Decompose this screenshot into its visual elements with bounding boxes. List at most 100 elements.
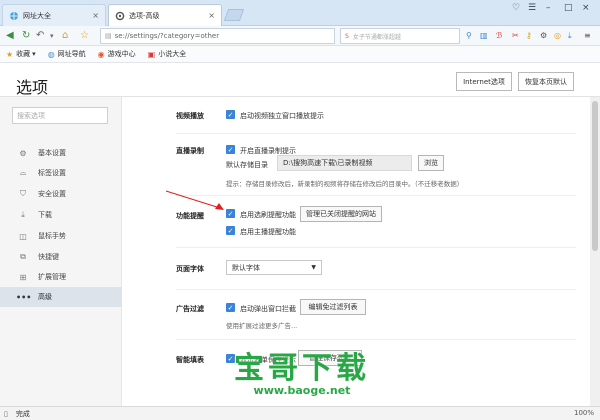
sidebar-item-security[interactable]: ⛉ 安全设置 <box>0 184 122 204</box>
panel-toggle-icon[interactable]: ▯ <box>4 410 8 418</box>
section-divider <box>176 289 576 290</box>
edit-whitelist-button[interactable]: 编辑免过滤列表 <box>300 299 366 315</box>
star-icon[interactable]: ☆ <box>80 30 89 42</box>
reminder-checkbox[interactable]: ✓ <box>226 209 235 218</box>
search-icon[interactable]: ⚲ <box>466 31 472 41</box>
mouse-icon: ◫ <box>19 231 27 241</box>
font-select-value: 默认字体 <box>232 263 260 272</box>
settings-icon[interactable]: ⚙ <box>540 31 547 41</box>
storage-dir-label: 默认存储目录 <box>226 161 268 169</box>
bookmark-item[interactable]: ◉ 游戏中心 <box>98 49 136 59</box>
tab-close-icon[interactable]: × <box>92 11 99 20</box>
favorites-menu[interactable]: ★ 收藏 ▾ <box>6 49 36 59</box>
tab-label: 选项-高级 <box>129 11 160 20</box>
coin-icon[interactable]: ◎ <box>554 31 561 41</box>
sidebar-item-shortcut[interactable]: ⧉ 快捷键 <box>0 247 122 267</box>
live-section-label: 直播录制 <box>176 147 204 155</box>
bookmark-label: 网址导航 <box>57 50 86 58</box>
sidebar-item-extensions[interactable]: ⊞ 扩展管理 <box>0 267 122 287</box>
favorites-label: 收藏 <box>16 50 31 58</box>
home-icon[interactable]: ⌂ <box>62 30 68 42</box>
internet-options-button[interactable]: Internet选项 <box>456 72 512 91</box>
zoom-level[interactable]: 100% <box>574 409 594 417</box>
section-divider <box>176 133 576 134</box>
minimize-button[interactable]: – <box>546 3 551 13</box>
sidebar-item-label: 快捷键 <box>38 253 59 261</box>
scrollbar-thumb[interactable] <box>592 101 598 251</box>
tab-advanced-options[interactable]: 选项-高级 × <box>108 4 222 26</box>
dropdown-icon[interactable]: ▾ <box>50 30 54 42</box>
sidebar-item-label: 基本设置 <box>38 149 66 157</box>
maximize-button[interactable]: □ <box>564 3 573 13</box>
new-tab-button[interactable] <box>223 9 245 21</box>
feature-section-label: 功能提醒 <box>176 212 204 220</box>
sidebar: 搜索选项 ⚙ 基本设置 ⌓ 标签设置 ⛉ 安全设置 ⤓ 下载 ◫ 鼠标手势 ⧉ … <box>0 97 122 406</box>
sidebar-item-tabs[interactable]: ⌓ 标签设置 <box>0 163 122 183</box>
extension-icon: ⊞ <box>19 272 27 282</box>
gear-icon: ⚙ <box>19 148 27 158</box>
key-icon[interactable]: ⚷ <box>526 31 532 41</box>
shield-icon: ⛉ <box>20 189 26 198</box>
autofill-section-label: 智能填表 <box>176 356 204 364</box>
streamer-reminder-checkbox[interactable]: ✓ <box>226 226 235 235</box>
tab-url-directory[interactable]: 网址大全 × <box>2 4 106 26</box>
popup-block-option: 启动弹出窗口拦截 <box>240 305 296 313</box>
refresh-icon[interactable]: ↻ <box>22 30 30 42</box>
storage-dir-field[interactable]: D:\搜狗高速下载\已录制视频 <box>277 155 412 171</box>
tab-close-icon[interactable]: × <box>208 11 215 20</box>
font-select[interactable]: 默认字体 ▼ <box>226 260 322 275</box>
bookmark-item[interactable]: ▣ 小说大全 <box>148 49 187 59</box>
popup-block-checkbox[interactable]: ✓ <box>226 303 235 312</box>
streamer-reminder-option: 启用主播提醒功能 <box>240 228 296 236</box>
search-engine-icon: S <box>345 32 349 40</box>
menu-icon[interactable]: ☰ <box>528 3 536 13</box>
game-icon: ◉ <box>97 49 105 59</box>
sidebar-item-label: 高级 <box>38 293 52 301</box>
menu-icon[interactable]: ≡ <box>584 31 591 41</box>
sidebar-item-download[interactable]: ⤓ 下载 <box>0 205 122 225</box>
video-popup-option: 启动视频独立窗口播放提示 <box>240 112 324 120</box>
video-section-label: 视频播放 <box>176 112 204 120</box>
close-window-button[interactable]: × <box>582 3 590 13</box>
scrollbar[interactable] <box>590 97 600 406</box>
browse-button[interactable]: 浏览 <box>418 155 444 171</box>
bookmark-label: 游戏中心 <box>107 50 136 58</box>
sidebar-item-advanced[interactable]: ••• 高级 <box>0 287 122 307</box>
bookmark-bar: ★ 收藏 ▾ ◍ 网址导航 ◉ 游戏中心 ▣ 小说大全 <box>0 46 600 63</box>
storage-dir-value: D:\搜狗高速下载\已录制视频 <box>283 159 373 167</box>
adblock-hint[interactable]: 使用扩展过滤更多广告... <box>226 320 297 330</box>
sidebar-icon[interactable]: ▥ <box>480 31 488 41</box>
sidebar-item-mouse-gesture[interactable]: ◫ 鼠标手势 <box>0 226 122 246</box>
translate-icon[interactable]: ℬ <box>496 31 502 41</box>
manage-closed-sites-button[interactable]: 管理已关闭提醒的网站 <box>300 206 382 222</box>
back-icon[interactable]: ◀ <box>6 30 14 42</box>
globe-icon: ◍ <box>47 49 55 59</box>
address-bar[interactable]: ▤ se://settings/?category=other <box>100 28 335 44</box>
search-placeholder: 女子节通都涨超越 <box>352 33 401 41</box>
download-icon[interactable]: ⤓ <box>568 31 572 41</box>
sidebar-item-basic[interactable]: ⚙ 基本设置 <box>0 143 122 163</box>
bookmark-item[interactable]: ◍ 网址导航 <box>48 49 86 59</box>
page-icon: ▤ <box>105 32 112 40</box>
sidebar-item-label: 安全设置 <box>38 190 66 198</box>
sidebar-search-input[interactable]: 搜索选项 <box>12 107 108 124</box>
restore-defaults-button[interactable]: 恢复本页默认 <box>518 72 574 91</box>
page-title: 选项 <box>16 78 49 97</box>
status-text: 完成 <box>15 409 30 418</box>
bookmark-label: 小说大全 <box>158 50 187 58</box>
section-divider <box>176 195 576 196</box>
status-bar: ▯ 完成 100% <box>0 406 600 420</box>
search-input[interactable]: S 女子节通都涨超越 <box>340 28 460 44</box>
favorite-icon[interactable]: ♡ <box>512 3 520 13</box>
tab-bar: 网址大全 × 选项-高级 × ♡ ☰ – □ × <box>0 0 600 26</box>
book-icon: ▣ <box>147 49 156 59</box>
live-record-checkbox[interactable]: ✓ <box>226 145 235 154</box>
scissors-icon[interactable]: ✂ <box>512 31 519 41</box>
adblock-section-label: 广告过滤 <box>176 305 204 313</box>
undo-icon[interactable]: ↶ <box>36 30 44 42</box>
star-icon: ★ <box>6 49 14 59</box>
sidebar-item-label: 鼠标手势 <box>38 232 66 240</box>
gear-icon <box>115 11 125 20</box>
video-popup-checkbox[interactable]: ✓ <box>226 110 235 119</box>
section-divider <box>176 339 576 340</box>
